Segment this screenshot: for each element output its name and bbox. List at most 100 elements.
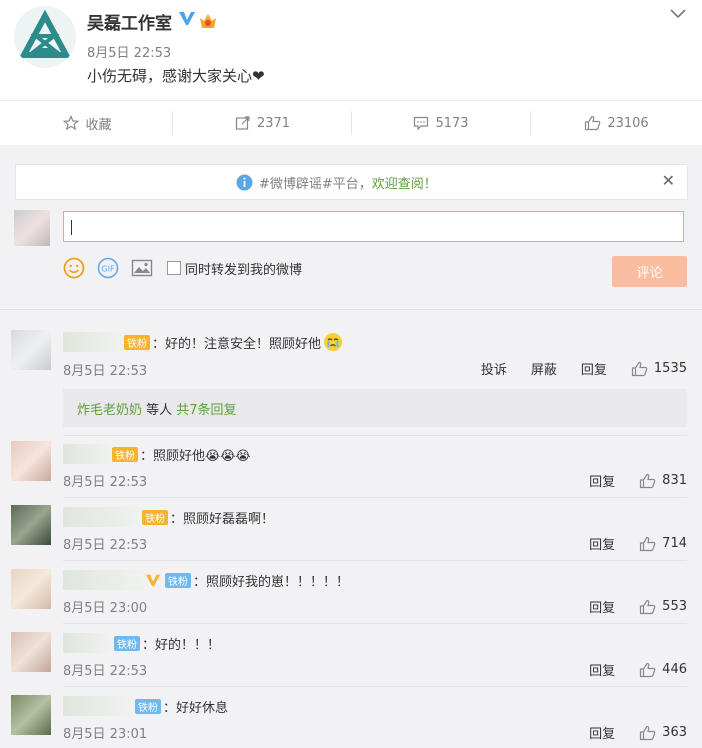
comment-text: ：照顾好我的崽！！！！！ — [193, 574, 350, 590]
comment-timestamp: 8月5日 23:00 — [63, 601, 148, 616]
comment-like-button[interactable]: 831 — [639, 473, 687, 489]
repost-icon — [235, 116, 250, 130]
reply-user-link[interactable]: 炸毛老奶奶 — [77, 399, 142, 418]
comment-body: 铁粉 ：照顾好他😭😭😭 — [112, 444, 251, 464]
comment-like-button[interactable]: 1535 — [631, 361, 687, 377]
post-content: 小伤无碍，感谢大家关心❤ — [87, 67, 265, 85]
studio-logo-icon — [18, 9, 72, 58]
author-avatar[interactable] — [14, 6, 76, 68]
notice-text: #微博辟谣#平台， — [259, 177, 372, 192]
report-button[interactable]: 投诉 — [481, 359, 507, 378]
comment-like-button[interactable]: 714 — [639, 536, 687, 552]
repost-count: 2371 — [256, 115, 291, 131]
commenter-avatar[interactable] — [11, 569, 51, 609]
replies-summary[interactable]: 炸毛老奶奶 等人 共7条回复 — [63, 389, 687, 427]
chevron-down-icon[interactable] — [669, 6, 687, 25]
reply-button[interactable]: 回复 — [589, 597, 615, 616]
comment-divider — [63, 686, 687, 687]
star-icon — [63, 115, 80, 131]
post-action-bar: 收藏 2371 5173 23106 — [0, 100, 702, 146]
forward-checkbox[interactable]: 同时转发到我的微博 — [167, 259, 302, 278]
fan-badge: 铁粉 — [114, 635, 140, 651]
view-replies-link[interactable]: 共7条回复 — [176, 399, 236, 418]
thumbs-up-icon — [640, 725, 656, 740]
commenter-avatar[interactable] — [11, 330, 51, 370]
svg-text:GIF: GIF — [101, 265, 115, 274]
comment-count: 5173 — [435, 115, 469, 131]
comment-text: ：照顾好磊磊啊！ — [170, 511, 275, 527]
comment-body: 铁粉 ：照顾好我的崽！！！！！ — [145, 570, 349, 590]
emoji-icon[interactable] — [63, 257, 85, 279]
comment-text: ：照顾好他😭😭😭 — [140, 448, 251, 464]
thumbs-up-icon — [631, 361, 648, 376]
commenter-name[interactable] — [63, 570, 147, 590]
reply-button[interactable]: 回复 — [589, 471, 615, 490]
thumbs-up-icon — [640, 473, 656, 488]
comment-divider — [63, 623, 687, 624]
comment-icon — [414, 116, 429, 131]
notice-link[interactable]: 欢迎查阅！ — [372, 173, 437, 192]
checkbox[interactable] — [167, 261, 181, 275]
thumbs-up-icon — [640, 662, 656, 677]
info-icon — [236, 174, 253, 191]
commenter-name[interactable] — [63, 507, 141, 527]
thumbs-up-icon — [640, 536, 656, 551]
repost-button[interactable]: 2371 — [175, 101, 350, 145]
commenter-name[interactable] — [63, 332, 123, 352]
block-button[interactable]: 屏蔽 — [531, 359, 557, 378]
favorite-label: 收藏 — [85, 117, 112, 133]
image-icon[interactable] — [131, 258, 153, 278]
comment-input[interactable] — [63, 211, 684, 242]
comment-like-count: 831 — [662, 473, 687, 488]
comment-body: 铁粉 ：照顾好磊磊啊！ — [142, 507, 274, 527]
current-user-avatar[interactable] — [14, 210, 50, 246]
fan-badge: 铁粉 — [142, 509, 168, 525]
commenter-avatar[interactable] — [11, 441, 51, 481]
commenter-name[interactable] — [63, 633, 111, 653]
submit-comment-button[interactable]: 评论 — [612, 256, 687, 287]
reply-button[interactable]: 回复 — [581, 359, 607, 378]
vip-crown-icon — [198, 12, 218, 34]
comment-actions: 回复 363 — [589, 723, 687, 742]
comment-text: ：好的！！！ — [142, 637, 221, 653]
fan-badge: 铁粉 — [124, 334, 150, 350]
comment-actions: 回复 446 — [589, 660, 687, 679]
comment-like-count: 363 — [662, 725, 687, 740]
crying-emoji-icon — [324, 333, 343, 351]
post-timestamp[interactable]: 8月5日 22:53 — [87, 42, 171, 61]
comment-timestamp: 8月5日 22:53 — [63, 664, 148, 679]
comment-body: 铁粉 ：好的！注意安全！照顾好他 — [124, 332, 343, 352]
composer-toolbar: GIF 同时转发到我的微博 — [63, 256, 302, 280]
reply-button[interactable]: 回复 — [589, 534, 615, 553]
thumbs-up-icon — [585, 115, 601, 131]
comment-like-count: 446 — [662, 662, 687, 677]
commenter-avatar[interactable] — [11, 695, 51, 735]
favorite-button[interactable]: 收藏 — [0, 101, 175, 145]
comment-text: ：好的！注意安全！照顾好他 — [152, 336, 322, 352]
reply-button[interactable]: 回复 — [589, 660, 615, 679]
gif-icon[interactable]: GIF — [97, 257, 119, 279]
forward-label: 同时转发到我的微博 — [185, 262, 303, 278]
text-caret — [71, 220, 72, 235]
comment-button[interactable]: 5173 — [351, 101, 531, 145]
author-name[interactable]: 吴磊工作室 — [87, 9, 172, 34]
weibo-post: 吴磊工作室 8月5日 22:53 小伤无碍，感谢大家关心❤ — [0, 0, 702, 100]
comment-actions: 投诉 屏蔽 回复 1535 — [481, 359, 687, 378]
commenter-avatar[interactable] — [11, 505, 51, 545]
comment-timestamp: 8月5日 22:53 — [63, 538, 148, 553]
commenter-name[interactable] — [63, 444, 111, 464]
comment-like-button[interactable]: 553 — [639, 599, 687, 615]
comment-text: ：好好休息 — [163, 700, 229, 716]
commenter-name[interactable] — [63, 696, 133, 716]
fan-badge: 铁粉 — [165, 572, 191, 588]
fan-badge: 铁粉 — [135, 698, 161, 714]
close-icon[interactable]: ✕ — [662, 171, 675, 190]
section-divider — [0, 309, 702, 310]
comment-like-button[interactable]: 363 — [639, 725, 687, 741]
comment-like-button[interactable]: 446 — [639, 662, 687, 678]
thumbs-up-icon — [640, 599, 656, 614]
like-button[interactable]: 23106 — [531, 101, 702, 145]
reply-button[interactable]: 回复 — [589, 723, 615, 742]
comment-actions: 回复 553 — [589, 597, 687, 616]
commenter-avatar[interactable] — [11, 632, 51, 672]
